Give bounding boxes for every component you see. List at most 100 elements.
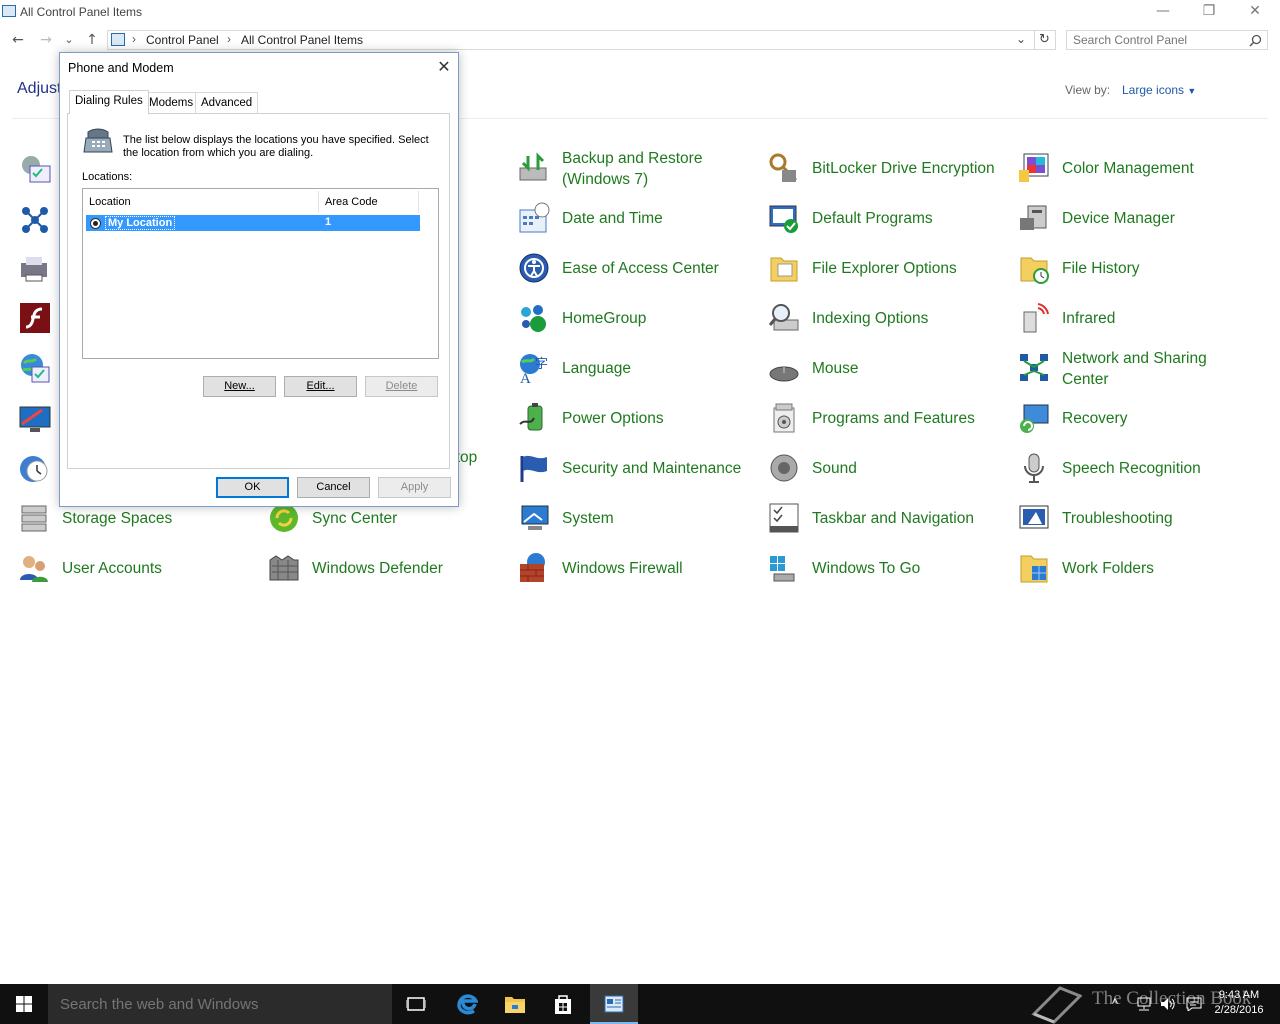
search-input[interactable] [1073, 33, 1243, 47]
bitlocker-icon [769, 153, 798, 183]
system-clock[interactable]: 9:43 AM 2/28/2016 [1208, 988, 1270, 1018]
dropdown-arrow-icon: ▼ [1187, 86, 1197, 96]
refresh-icon[interactable]: ↻ [1034, 30, 1054, 50]
network-tray-icon[interactable] [1136, 997, 1152, 1011]
control-panel-taskbar-button[interactable] [590, 984, 638, 1024]
breadcrumb-control-panel[interactable]: Control Panel [146, 33, 219, 47]
item-label: Security and Maintenance [562, 460, 742, 477]
item-label: Sync Center [312, 510, 398, 527]
up-arrow-icon[interactable]: ↑ [82, 31, 102, 49]
show-hidden-icons-icon[interactable]: ^ [1112, 996, 1118, 1011]
ok-button[interactable]: OK [216, 477, 289, 498]
forward-arrow-icon[interactable]: → [36, 31, 56, 49]
item-label: Storage Spaces [62, 510, 173, 527]
task-view-icon [406, 997, 426, 1011]
dialing-rules-panel: The list below displays the locations yo… [67, 113, 450, 469]
item-label: Troubleshooting [1062, 510, 1173, 527]
control-panel-icon [604, 995, 624, 1013]
volume-icon[interactable] [1160, 997, 1176, 1011]
search-box[interactable] [1066, 30, 1268, 50]
item-label: Date and Time [562, 210, 663, 227]
delete-location-button[interactable]: Delete [365, 376, 438, 397]
taskbar-search-input[interactable] [60, 994, 380, 1014]
location-area-code: 1 [325, 216, 332, 228]
region-clock-icon[interactable] [18, 452, 52, 486]
locations-label: Locations: [82, 171, 133, 183]
search-icon[interactable] [1249, 34, 1262, 47]
windows-to-go-icon [770, 556, 795, 582]
item-label: Default Programs [812, 210, 933, 227]
start-button[interactable] [0, 984, 48, 1024]
flash-player-icon[interactable] [20, 303, 50, 333]
devices-printers-icon[interactable] [18, 253, 52, 287]
column-header-area-code[interactable]: Area Code [319, 191, 419, 213]
close-button[interactable]: ✕ [1232, 0, 1278, 24]
tab-advanced[interactable]: Advanced [195, 92, 259, 113]
internet-options-icon[interactable] [18, 351, 52, 385]
back-arrow-icon[interactable]: ← [8, 31, 28, 49]
item-label: HomeGroup [562, 310, 647, 327]
location-radio[interactable] [90, 218, 101, 229]
item-label: Work Folders [1062, 560, 1154, 577]
personalization-icon[interactable] [18, 402, 52, 436]
firewall-icon [520, 553, 545, 582]
microphone-icon [1024, 453, 1044, 483]
address-dropdown-icon[interactable]: ⌄ [1016, 32, 1026, 46]
mouse-icon [769, 366, 799, 382]
edge-icon [457, 994, 478, 1015]
item-label: Infrared [1062, 310, 1116, 327]
view-by-label: View by: [1065, 83, 1111, 97]
minimize-button[interactable]: — [1140, 0, 1186, 24]
recovery-icon [1020, 404, 1049, 433]
taskbar-search[interactable] [48, 984, 392, 1024]
tab-modems[interactable]: Modems [143, 92, 200, 113]
item-label: Ease of Access Center [562, 260, 719, 277]
item-label: Windows Firewall [562, 560, 683, 577]
power-icon [519, 403, 543, 431]
location-row[interactable]: My Location 1 [86, 215, 420, 231]
file-explorer-button[interactable] [491, 984, 539, 1024]
store-button[interactable] [539, 984, 587, 1024]
apply-button[interactable]: Apply [378, 477, 451, 498]
taskbar: The Collection Book ^ 9:43 AM 2/28/2016 [0, 984, 1280, 1024]
calendar-clock-icon [519, 202, 550, 233]
language-icon: A字 [520, 354, 548, 384]
phone-modem-dialog: Phone and Modem ✕ Dialing Rules Modems A… [59, 52, 459, 507]
window-title: All Control Panel Items [20, 5, 143, 19]
action-center-tray-icon[interactable] [1186, 997, 1202, 1011]
new-location-button[interactable]: New... [203, 376, 276, 397]
control-panel-icon [2, 5, 16, 17]
file-history-icon [1020, 257, 1049, 284]
edit-location-button[interactable]: Edit... [284, 376, 357, 397]
item-label: System [562, 510, 614, 527]
tab-dialing-rules[interactable]: Dialing Rules [69, 90, 149, 114]
action-center-icon[interactable] [18, 152, 52, 186]
homegroup-icon [521, 305, 546, 332]
work-folders-icon [1020, 555, 1048, 583]
column-header-location[interactable]: Location [83, 191, 319, 213]
svg-text:字: 字 [535, 357, 548, 372]
item-label: Windows To Go [812, 560, 921, 577]
restore-button[interactable]: ❐ [1186, 0, 1232, 24]
cancel-button[interactable]: Cancel [297, 477, 370, 498]
task-view-button[interactable] [392, 984, 440, 1024]
item-label: Backup and Restore (Windows 7) [562, 150, 703, 188]
locations-list[interactable]: Location Area Code My Location 1 [82, 188, 439, 359]
recent-locations-icon[interactable]: ⌄ [62, 31, 76, 49]
new-button-label: New... [224, 380, 255, 392]
clock-date: 2/28/2016 [1214, 1004, 1264, 1016]
view-by-dropdown[interactable]: Large icons ▼ [1122, 83, 1196, 97]
network-map-icon[interactable] [18, 203, 52, 237]
item-label: Power Options [562, 410, 664, 427]
location-name: My Location [105, 216, 176, 230]
address-bar[interactable]: › Control Panel › All Control Panel Item… [107, 30, 1056, 50]
network-icon [1020, 354, 1048, 381]
storage-icon [21, 505, 47, 532]
edge-button[interactable] [443, 984, 491, 1024]
clock-time: 9:43 AM [1218, 989, 1260, 1001]
device-manager-icon [1020, 205, 1047, 230]
users-icon [20, 556, 48, 582]
breadcrumb-all-items[interactable]: All Control Panel Items [241, 33, 363, 47]
dialog-close-icon[interactable]: ✕ [434, 57, 454, 77]
windows-logo-icon [16, 996, 32, 1012]
